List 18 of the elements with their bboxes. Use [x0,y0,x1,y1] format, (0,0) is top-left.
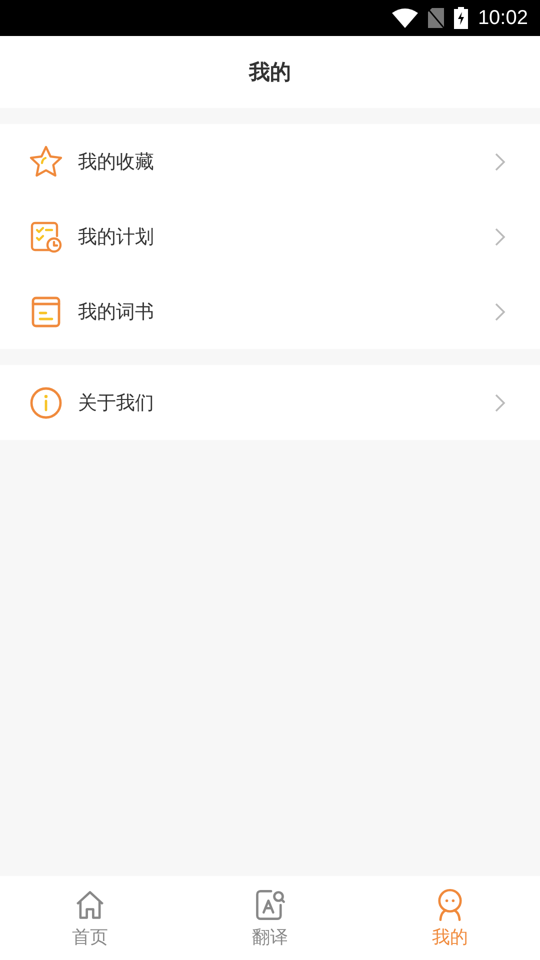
tab[interactable]: 首页 [0,876,180,960]
battery-icon [454,7,468,29]
tab[interactable]: 翻译 [180,876,360,960]
menu-item[interactable]: 我的词书 [78,298,494,324]
chevron-right-icon [494,392,506,412]
translate-icon [253,888,287,922]
no-sim-icon [428,8,444,28]
chevron-right-icon [494,302,506,322]
wifi-icon [392,8,418,28]
menu-item[interactable]: 关于我们 [78,390,494,416]
info-icon [28,384,64,420]
chevron-right-icon [494,152,506,172]
chevron-right-icon [494,226,506,246]
menu-item[interactable]: 我的收藏 [78,148,494,174]
page-title: 我的 [249,59,291,86]
status-time: 10:02 [478,6,528,30]
menu-item[interactable]: 我的计划 [78,224,494,250]
star-icon [28,144,64,180]
